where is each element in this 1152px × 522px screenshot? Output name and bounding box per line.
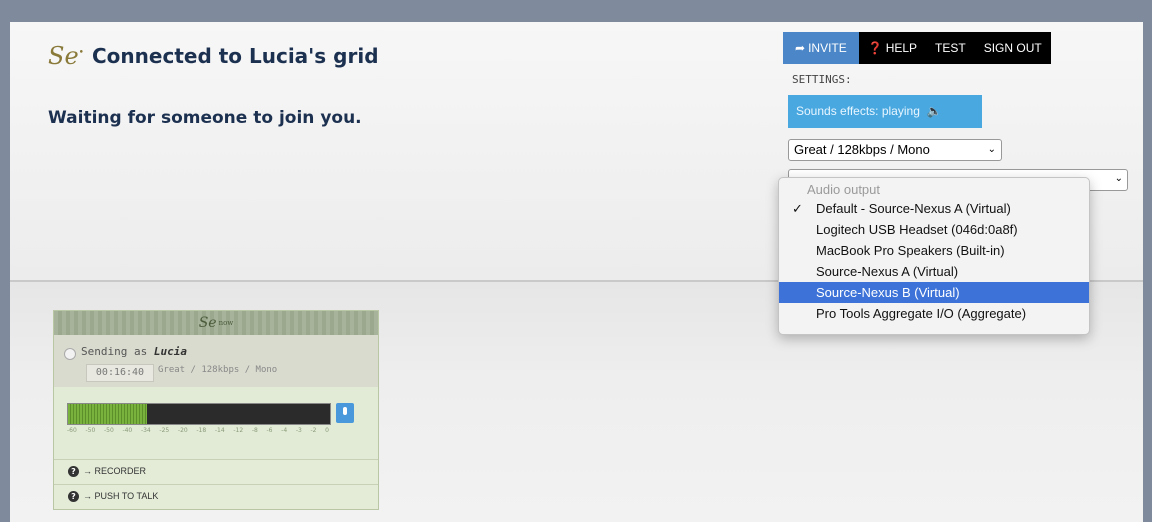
meter-scale-tick: -18 bbox=[196, 427, 207, 434]
top-nav: ➦ INVITE ❓ HELP TEST SIGN OUT bbox=[783, 32, 1051, 64]
help-icon: ❓ bbox=[867, 41, 883, 55]
quality-select[interactable]: Great / 128kbps / Mono ⌄ bbox=[788, 139, 1002, 161]
invite-button[interactable]: ➦ INVITE bbox=[783, 32, 859, 64]
sending-as-label: Sending as Lucia bbox=[81, 345, 187, 358]
dropdown-option[interactable]: Pro Tools Aggregate I/O (Aggregate) bbox=[779, 303, 1089, 324]
widget-header: Se now bbox=[54, 311, 378, 335]
page-title: Connected to Lucia's grid bbox=[92, 44, 379, 68]
dropdown-option[interactable]: Source-Nexus A (Virtual) bbox=[779, 261, 1089, 282]
dropdown-header: Audio output bbox=[807, 182, 881, 197]
meter-scale-tick: -40 bbox=[122, 427, 133, 434]
audio-level-meter bbox=[67, 403, 331, 425]
meter-scale-tick: -25 bbox=[159, 427, 170, 434]
meter-scale-tick: -50 bbox=[85, 427, 96, 434]
meter-scale-tick: -34 bbox=[140, 427, 151, 434]
chevron-down-icon: ⌄ bbox=[987, 144, 996, 155]
meter-scale-tick: -50 bbox=[103, 427, 114, 434]
help-icon: ? bbox=[68, 491, 79, 502]
share-arrow-icon: ➦ bbox=[795, 41, 806, 55]
help-icon: ? bbox=[68, 466, 79, 477]
chevron-down-icon: ⌄ bbox=[1114, 173, 1123, 184]
meter-scale-tick: -14 bbox=[214, 427, 225, 434]
meter-scale-tick: -60 bbox=[67, 427, 77, 434]
recorder-row[interactable]: ? → RECORDER bbox=[54, 459, 378, 484]
meter-scale-tick: -3 bbox=[295, 427, 302, 434]
dropdown-option[interactable]: Logitech USB Headset (046d:0a8f) bbox=[779, 219, 1089, 240]
app-window: Se• Connected to Lucia's grid Waiting fo… bbox=[10, 22, 1143, 522]
push-to-talk-row[interactable]: ? → PUSH TO TALK bbox=[54, 484, 378, 509]
meter-scale: -60 -50 -50 -40 -34 -25 -20 -18 -14 -12 -8 -6 -4 -3 -2… bbox=[67, 427, 329, 434]
microphone-button[interactable] bbox=[336, 403, 354, 423]
dropdown-option[interactable]: MacBook Pro Speakers (Built-in) bbox=[779, 240, 1089, 261]
dropdown-option-highlighted[interactable]: Source-Nexus B (Virtual) bbox=[779, 282, 1089, 303]
meter-scale-tick: -20 bbox=[177, 427, 188, 434]
status-message: Waiting for someone to join you. bbox=[48, 108, 362, 128]
meter-fill bbox=[68, 404, 147, 424]
stream-info: Great / 128kbps / Mono bbox=[158, 365, 278, 375]
meter-scale-tick: -2 bbox=[310, 427, 317, 434]
meter-scale-tick: -6 bbox=[266, 427, 273, 434]
recorder-link[interactable]: → RECORDER bbox=[83, 466, 146, 476]
help-button[interactable]: ❓ HELP bbox=[859, 32, 926, 64]
sign-out-button[interactable]: SIGN OUT bbox=[975, 32, 1051, 64]
meter-scale-tick: -8 bbox=[251, 427, 258, 434]
settings-label: SETTINGS: bbox=[792, 73, 852, 86]
sound-effects-toggle[interactable]: Sounds effects: playing 🔈 bbox=[788, 95, 982, 128]
meter-scale-tick: -12 bbox=[233, 427, 244, 434]
widget-sender-panel: Sending as Lucia 00:16:40 Great / 128kbp… bbox=[54, 335, 378, 387]
broadcast-widget: Se now Sending as Lucia 00:16:40 Great / … bbox=[53, 310, 379, 510]
timer: 00:16:40 bbox=[86, 364, 154, 382]
send-radio[interactable] bbox=[64, 348, 76, 360]
audio-output-dropdown: Audio output ✓ Default - Source-Nexus A (… bbox=[778, 177, 1090, 335]
speaker-icon: 🔈 bbox=[923, 104, 942, 118]
meter-scale-tick: -4 bbox=[281, 427, 288, 434]
push-to-talk-link[interactable]: → PUSH TO TALK bbox=[83, 491, 158, 501]
test-button[interactable]: TEST bbox=[926, 32, 975, 64]
logo: Se• bbox=[48, 42, 84, 70]
checkmark-icon: ✓ bbox=[792, 201, 803, 216]
dropdown-option[interactable]: ✓ Default - Source-Nexus A (Virtual) bbox=[779, 198, 1089, 219]
meter-scale-tick: 0 bbox=[325, 427, 329, 434]
